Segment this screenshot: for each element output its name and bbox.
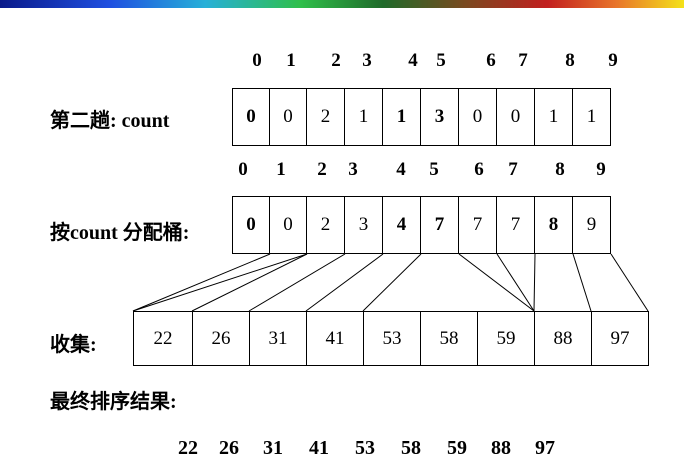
result-value: 88 bbox=[491, 437, 511, 459]
result-value: 53 bbox=[355, 437, 375, 459]
connector-line bbox=[572, 253, 592, 312]
connector-line bbox=[132, 253, 308, 312]
connector-line bbox=[248, 253, 346, 312]
collect-cell: 53 bbox=[363, 311, 421, 366]
collect-cell: 22 bbox=[133, 311, 193, 366]
result-value: 41 bbox=[309, 437, 329, 459]
collect-cell: 59 bbox=[477, 311, 535, 366]
result-value: 26 bbox=[219, 437, 239, 459]
result-value: 31 bbox=[263, 437, 283, 459]
collect-cell: 58 bbox=[420, 311, 478, 366]
result-value: 59 bbox=[447, 437, 467, 459]
connector-line bbox=[458, 253, 535, 312]
connector-line bbox=[610, 253, 649, 312]
collect-cell: 88 bbox=[534, 311, 592, 366]
collect-cell: 31 bbox=[249, 311, 307, 366]
result-value: 58 bbox=[401, 437, 421, 459]
connector-line bbox=[533, 253, 536, 312]
collect-row-label: 收集: bbox=[50, 334, 97, 356]
collect-cell: 26 bbox=[192, 311, 250, 366]
collect-cell: 41 bbox=[306, 311, 364, 366]
collect-cell: 97 bbox=[591, 311, 649, 366]
connector-line bbox=[496, 253, 535, 312]
result-value: 22 bbox=[178, 437, 198, 459]
result-value: 97 bbox=[535, 437, 555, 459]
result-label: 最终排序结果: bbox=[50, 391, 177, 413]
